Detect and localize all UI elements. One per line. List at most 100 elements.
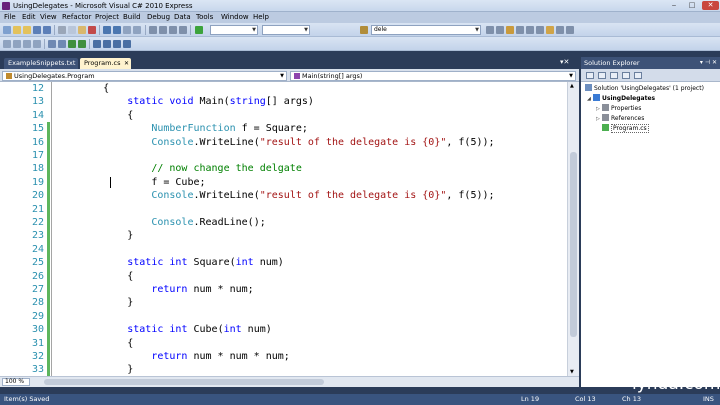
tab-label: ExampleSnippets.txt [8,59,76,67]
comment-icon[interactable] [169,26,177,34]
close-tab-icon[interactable]: ✕ [124,58,129,69]
cut-icon[interactable] [58,26,66,34]
redo-icon[interactable] [113,26,121,34]
vertical-scrollbar[interactable]: ▲ ▼ [567,82,579,376]
find-icon[interactable] [486,26,494,34]
new-project-icon[interactable] [3,26,11,34]
minimize-button[interactable]: ‒ [666,1,682,10]
tab-program-cs[interactable]: Program.cs ✕ [80,58,131,69]
quick-info-icon[interactable] [23,40,31,48]
bookmark-icon[interactable] [159,26,167,34]
zoom-value: 100 % [5,378,25,385]
open-folder-icon[interactable] [23,26,31,34]
status-ch: Ch 13 [622,395,641,403]
menu-edit[interactable]: Edit [22,13,36,22]
increase-indent-icon[interactable] [58,40,66,48]
properties-button-icon[interactable] [586,72,594,79]
uncomment-icon[interactable] [179,26,187,34]
close-button[interactable]: ✕ [702,1,719,10]
solution-icon [585,84,592,91]
menu-debug[interactable]: Debug [147,13,170,22]
document-tabs: ExampleSnippets.txt Program.cs ✕ ▾✕ [0,57,579,69]
menu-data[interactable]: Data [174,13,191,22]
show-all-files-icon[interactable] [598,72,606,79]
text-cursor [110,177,114,188]
active-files-dropdown-icon[interactable]: ▾✕ [560,58,569,66]
open-file-icon[interactable] [13,26,21,34]
properties-folder-icon [602,104,609,111]
tree-item-properties[interactable]: ▷ Properties [596,104,641,114]
previous-bookmark-icon[interactable] [103,40,111,48]
properties-icon[interactable] [516,26,524,34]
scroll-up-icon[interactable]: ▲ [570,83,574,89]
delete-icon[interactable] [88,26,96,34]
maximize-button[interactable]: □ [684,1,700,10]
members-dropdown[interactable]: Main(string[] args) ▼ [290,71,576,81]
toolbox-icon[interactable] [536,26,544,34]
types-dropdown[interactable]: UsingDelegates.Program ▼ [2,71,287,81]
horizontal-scroll-thumb[interactable] [44,379,324,385]
code-line: Console.ReadLine(); [151,217,266,228]
solution-explorer-icon[interactable] [506,26,514,34]
save-all-icon[interactable] [43,26,51,34]
tab-example-snippets[interactable]: ExampleSnippets.txt [4,58,78,69]
references-folder-icon [602,114,609,121]
menu-help[interactable]: Help [253,13,269,22]
code-text[interactable]: { static void Main(string[] args) { Numb… [55,82,565,376]
code-line: static int Cube(int num) [127,324,272,336]
menu-window[interactable]: Window [221,13,249,22]
tree-item-solution[interactable]: Solution 'UsingDelegates' (1 project) [585,84,704,94]
paste-icon[interactable] [78,26,86,34]
copy-icon[interactable] [68,26,76,34]
line-number: 12 [31,83,44,94]
menu-build[interactable]: Build [123,13,141,22]
platform-dropdown[interactable]: ▼ [262,25,310,35]
scroll-down-icon[interactable]: ▼ [570,369,574,375]
refresh-icon[interactable] [610,72,618,79]
solution-config-dropdown[interactable]: ▼ [210,25,258,35]
comment-lines-icon[interactable] [68,40,76,48]
find-in-files-icon[interactable] [149,26,157,34]
tree-item-references[interactable]: ▷ References [596,114,644,124]
solution-explorer-header: Solution Explorer ▾ ⊣ ✕ [581,57,720,69]
toolbar-separator [89,39,90,49]
status-message: Item(s) Saved [4,395,50,403]
view-designer-icon[interactable] [634,72,642,79]
scroll-thumb[interactable] [570,152,577,337]
pin-icon[interactable]: ▾ ⊣ ✕ [700,57,717,69]
clear-bookmarks-icon[interactable] [123,40,131,48]
object-browser-icon[interactable] [526,26,534,34]
next-bookmark-icon[interactable] [113,40,121,48]
undo-icon[interactable] [103,26,111,34]
find-next-icon[interactable] [496,26,504,34]
zoom-dropdown[interactable]: 100 % [2,378,30,386]
show-members-icon[interactable] [3,40,11,48]
menu-tools[interactable]: Tools [196,13,213,22]
menu-project[interactable]: Project [95,13,119,22]
start-debugging-icon[interactable] [195,26,203,34]
start-page-icon[interactable] [546,26,554,34]
menu-refactor[interactable]: Refactor [62,13,91,22]
window-title: UsingDelegates - Microsoft Visual C# 201… [13,2,193,10]
tree-item-project[interactable]: ◢ UsingDelegates [587,94,655,104]
tree-item-program-cs[interactable]: Program.cs [602,124,649,134]
horizontal-scrollbar[interactable] [34,378,564,386]
code-editor[interactable]: 12 13 14 15 16 17 18 19 20 21 22 23 24 25 26 27 28 29 30 31… [0,82,579,376]
find-input[interactable]: dele ▼ [371,25,481,35]
toggle-bookmark-icon[interactable] [93,40,101,48]
line-number: 23 [31,230,44,242]
status-line: Ln 19 [521,395,540,403]
save-icon[interactable] [33,26,41,34]
navigate-forward-icon[interactable] [133,26,141,34]
menu-view[interactable]: View [40,13,57,22]
line-number: 13 [31,96,44,108]
parameter-info-icon[interactable] [13,40,21,48]
extension-manager-icon[interactable] [556,26,564,34]
complete-word-icon[interactable] [33,40,41,48]
navigate-back-icon[interactable] [123,26,131,34]
menu-file[interactable]: File [4,13,16,22]
view-code-icon[interactable] [622,72,630,79]
toolbar-options-icon[interactable] [566,26,574,34]
decrease-indent-icon[interactable] [48,40,56,48]
uncomment-lines-icon[interactable] [78,40,86,48]
